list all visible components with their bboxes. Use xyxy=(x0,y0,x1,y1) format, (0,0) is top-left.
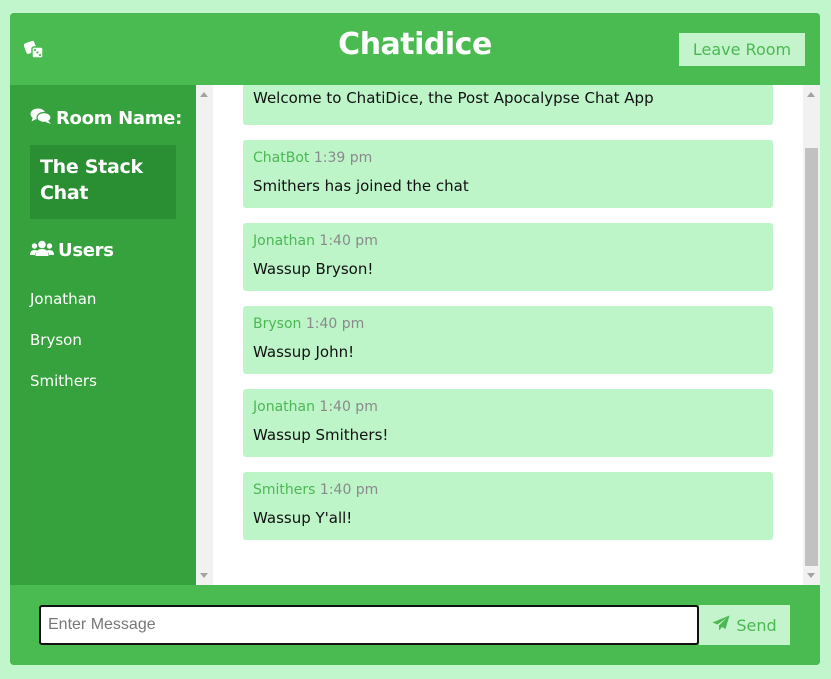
sidebar: Room Name: The Stack Chat Users Jonathan… xyxy=(10,85,196,585)
message-time: 1:40 pm xyxy=(319,482,379,498)
chat-app: Chatidice Leave Room Room Name: The Stac… xyxy=(10,13,820,665)
message-author: Bryson xyxy=(253,316,302,332)
message-text: Wassup Smithers! xyxy=(253,426,389,444)
message-composer: Send xyxy=(10,585,820,665)
message-text: Wassup Y'all! xyxy=(253,509,353,527)
user-list: Jonathan Bryson Smithers xyxy=(30,290,97,413)
room-name: The Stack Chat xyxy=(30,145,176,219)
message-time: 1:40 pm xyxy=(319,399,378,415)
message: Bryson 1:40 pm Wassup John! xyxy=(243,306,773,374)
message-text: Wassup John! xyxy=(253,343,355,361)
message: Jonathan 1:40 pm Wassup Bryson! xyxy=(243,223,773,291)
message-author: Jonathan xyxy=(253,399,315,415)
message: ChatBot 1:39 pm Smithers has joined the … xyxy=(243,140,773,208)
room-name-heading-label: Room Name: xyxy=(56,108,182,129)
message-author: Smithers xyxy=(253,482,316,498)
message-time: 1:39 pm xyxy=(313,150,373,166)
user-item: Smithers xyxy=(30,372,97,390)
message: Jonathan 1:40 pm Wassup Smithers! xyxy=(243,389,773,457)
message-author: ChatBot xyxy=(253,150,310,166)
chat-messages-panel[interactable]: Welcome to ChatiDice, the Post Apocalyps… xyxy=(196,85,820,585)
message-text: Wassup Bryson! xyxy=(253,260,374,278)
message-meta: ChatBot 1:39 pm xyxy=(253,150,763,168)
user-item: Bryson xyxy=(30,331,82,349)
messages-scrollbar[interactable] xyxy=(803,85,820,585)
message-meta: Jonathan 1:40 pm xyxy=(253,233,763,251)
scroll-up-arrow-icon[interactable] xyxy=(200,92,208,97)
message-input[interactable] xyxy=(39,605,699,645)
message-author: Jonathan xyxy=(253,233,315,249)
send-button[interactable]: Send xyxy=(699,605,790,645)
message-text: Smithers has joined the chat xyxy=(253,177,469,195)
comments-icon xyxy=(30,107,56,130)
scroll-down-arrow-icon[interactable] xyxy=(807,573,815,578)
message: Smithers 1:40 pm Wassup Y'all! xyxy=(243,472,773,540)
scroll-down-arrow-icon[interactable] xyxy=(200,573,208,578)
paper-plane-icon xyxy=(712,615,730,635)
message-text: Welcome to ChatiDice, the Post Apocalyps… xyxy=(253,89,654,107)
message-time: 1:40 pm xyxy=(305,316,365,332)
room-name-heading: Room Name: xyxy=(30,107,182,130)
scroll-up-arrow-icon[interactable] xyxy=(807,92,815,97)
message-time: 1:40 pm xyxy=(319,233,378,249)
message-meta: Jonathan 1:40 pm xyxy=(253,399,763,417)
message-meta: Bryson 1:40 pm xyxy=(253,316,763,334)
users-icon xyxy=(30,240,58,261)
message-meta: Smithers 1:40 pm xyxy=(253,482,763,500)
scrollbar-thumb[interactable] xyxy=(805,148,818,566)
left-scrollbar[interactable] xyxy=(196,85,213,585)
app-header: Chatidice Leave Room xyxy=(10,13,820,85)
users-heading-label: Users xyxy=(58,240,114,261)
users-heading: Users xyxy=(30,240,114,261)
send-button-label: Send xyxy=(736,615,777,635)
leave-room-button[interactable]: Leave Room xyxy=(679,33,805,66)
user-item: Jonathan xyxy=(30,290,97,308)
message: Welcome to ChatiDice, the Post Apocalyps… xyxy=(243,85,773,125)
